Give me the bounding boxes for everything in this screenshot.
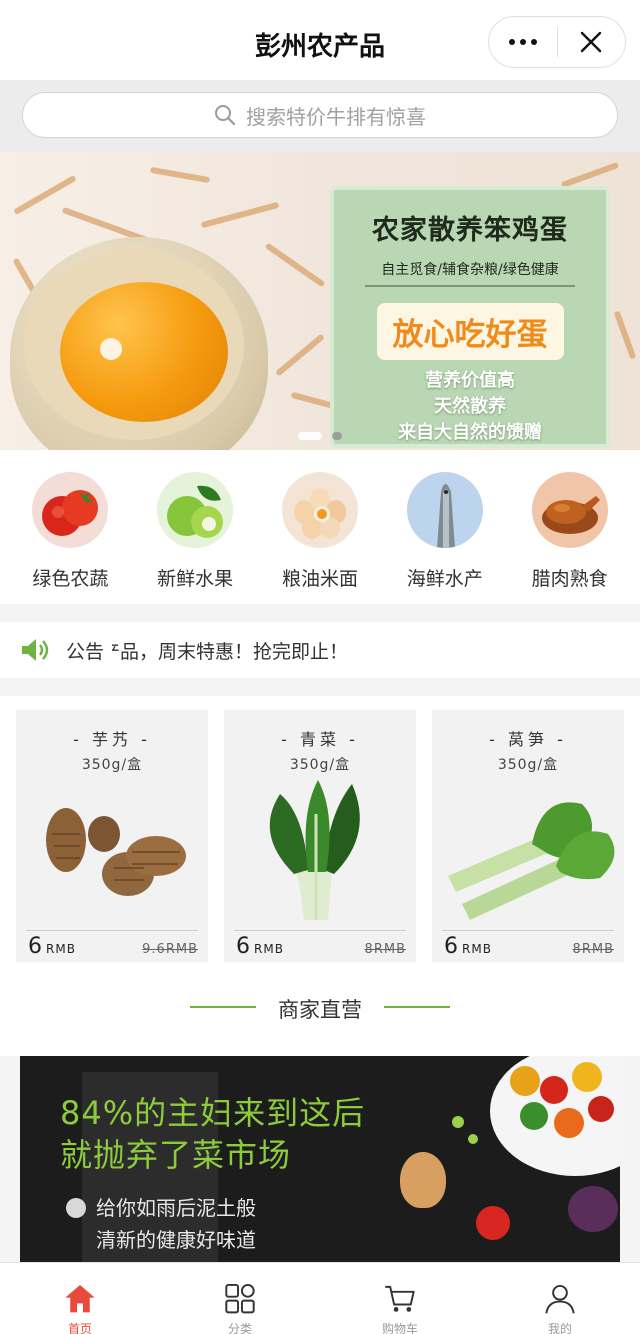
search-bar-area: 搜索特价牛排有惊喜 [0,80,640,152]
tomato-icon [32,472,109,548]
lettuce-stem-image [448,802,615,920]
tab-label: 分类 [227,1322,252,1334]
fish-icon [406,472,483,548]
nav-header: 彭州农产品 [0,0,640,80]
promo-subtext: 给你如雨后泥土般 清新的健康好味道 [96,1196,256,1252]
tab-cart[interactable]: 购物车 [320,1263,480,1334]
taro-image [46,808,186,896]
location-icon [66,1198,86,1218]
promo-headline: 84%的主妇来到这后 就抛弃了菜市场 [60,1094,366,1174]
search-icon [215,105,236,126]
category-item-seafood[interactable]: 海鲜水产 [385,450,505,604]
product-price: 6 RMB [444,934,492,959]
tab-label: 我的 [547,1322,572,1334]
product-spec: 350g/盒 [497,757,559,773]
tab-category[interactable]: 分类 [160,1263,320,1334]
egg-yolk [60,282,228,422]
banner-title: 农家散养笨鸡蛋 [372,215,568,246]
banner-feature: 天然散养 [434,396,506,417]
product-price: 6 RMB [28,934,76,959]
section-line-right [384,1006,450,1008]
tab-home[interactable]: 首页 [0,1263,160,1334]
product-name: - 芋艿 - [73,730,151,749]
product-spec: 350g/盒 [289,757,351,773]
more-dots-icon [508,39,537,45]
category-item-vegetables[interactable]: 绿色农蔬 [10,450,130,604]
tab-profile[interactable]: 我的 [480,1263,640,1334]
banner-subtitle: 自主觅食/辅食杂粮/绿色健康 [381,262,559,278]
section-title: 商家直营 [278,998,362,1022]
category-item-grain-oil[interactable]: 粮油米面 [260,450,380,604]
category-label: 腊肉熟食 [531,568,608,590]
product-spec: 350g/盒 [81,757,143,773]
user-icon [545,1284,575,1314]
merchant-promo-banner[interactable]: 84%的主妇来到这后 就抛弃了菜市场 给你如雨后泥土般 清新的健康好味道 [20,1056,620,1266]
product-old-price: 8RMB [572,942,614,957]
product-old-price: 9.6RMB [142,942,198,957]
close-button[interactable] [558,17,626,67]
search-input[interactable]: 搜索特价牛排有惊喜 [22,92,618,138]
product-list: - 芋艿 - 350g/盒 6RMB 9.6RMB - 青菜 - 350g/盒 [0,696,640,974]
section-header: 商家直营 [0,974,640,1056]
search-placeholder: 搜索特价牛排有惊喜 [246,104,426,129]
more-button[interactable] [489,17,557,67]
product-old-price: 8RMB [364,942,406,957]
eggs-icon [281,472,358,548]
product-name: - 青菜 - [281,730,359,749]
category-label: 新鲜水果 [157,568,234,590]
cart-icon [385,1285,415,1312]
product-card[interactable]: - 青菜 - 350g/盒 6 RMB 8RMB [224,710,416,962]
product-name: - 莴笋 - [489,730,567,749]
category-grid: 绿色农蔬 新鲜水果 粮油米面 海鲜水产 腊肉熟食 [0,450,640,604]
mini-program-capsule [488,16,626,68]
banner-carousel[interactable]: 农家散养笨鸡蛋 自主觅食/辅食杂粮/绿色健康 放心吃好蛋 营养价值高 天然散养 … [0,152,640,450]
speaker-icon [22,639,49,661]
app-page: 彭州农产品 搜索特价牛排有惊喜 农家散养笨鸡蛋 自主觅食/辅食杂粮/绿色健康 放… [0,0,640,1334]
product-card[interactable]: - 莴笋 - 350g/盒 6 RMB 8RMB [432,710,624,962]
carousel-dot-active[interactable] [298,432,322,440]
announcement-bar[interactable]: 公告 农产品，周末特惠！抢完即止！ [0,622,640,678]
category-item-fruits[interactable]: 新鲜水果 [135,450,255,604]
tab-label: 首页 [67,1322,92,1334]
announcement-label: 公告 [66,640,105,663]
banner-feature: 来自大自然的馈赠 [398,422,542,443]
banner-promo-card: 农家散养笨鸡蛋 自主觅食/辅食杂粮/绿色健康 放心吃好蛋 营养价值高 天然散养 … [330,186,610,448]
banner-feature: 营养价值高 [425,370,515,391]
banner-features: 营养价值高 天然散养 来自大自然的馈赠 [334,368,606,446]
apple-icon [157,472,234,548]
announcement-text: 农产品，周末特惠！抢完即止！ [112,640,349,663]
close-icon [581,31,602,53]
category-label: 海鲜水产 [406,568,483,590]
product-card[interactable]: - 芋艿 - 350g/盒 6 RMB 9.6RMB [16,710,208,962]
banner-headline: 放心吃好蛋 [376,303,564,360]
category-label: 绿色农蔬 [32,568,109,590]
tab-label: 购物车 [381,1322,418,1334]
category-icon [225,1283,255,1314]
bok-choy-image [269,780,360,920]
category-label: 粮油米面 [281,568,358,590]
bottom-tab-bar: 首页 分类 购物车 我的 [0,1262,640,1334]
home-icon [65,1284,95,1313]
category-item-cured-meat[interactable]: 腊肉熟食 [510,450,630,604]
roast-chicken-icon [531,472,608,548]
product-price: 6 RMB [236,934,284,959]
carousel-dot[interactable] [332,432,342,440]
